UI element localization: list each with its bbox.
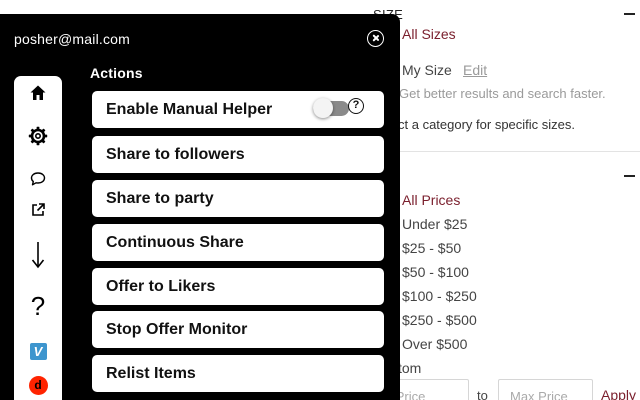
question-icon[interactable]: ? <box>14 291 62 321</box>
stop-offer-monitor-button[interactable]: Stop Offer Monitor <box>92 311 384 348</box>
action-label: Continuous Share <box>106 234 244 251</box>
price-option[interactable]: Under $25 <box>402 216 467 232</box>
price-option[interactable]: $250 - $500 <box>402 312 477 328</box>
my-size-hint: Get better results and search faster. <box>399 86 606 101</box>
home-icon[interactable] <box>14 83 62 103</box>
manual-helper-toggle[interactable] <box>313 98 349 118</box>
account-email: posher@mail.com <box>14 31 131 47</box>
external-link-icon[interactable] <box>14 201 62 219</box>
action-label: Share to party <box>106 190 214 207</box>
icon-rail: ? V d <box>14 76 62 400</box>
depop-icon[interactable]: d <box>14 375 62 395</box>
action-label: Stop Offer Monitor <box>106 321 248 338</box>
gear-icon[interactable] <box>14 125 62 147</box>
venmo-icon[interactable]: V <box>14 342 62 360</box>
chat-icon[interactable] <box>14 170 62 188</box>
collapse-price-icon[interactable] <box>624 175 635 177</box>
max-price-input[interactable]: Max Price <box>498 379 593 400</box>
depop-logo: d <box>28 375 48 395</box>
share-to-party-button[interactable]: Share to party <box>92 180 384 217</box>
action-label: Offer to Likers <box>106 278 216 295</box>
apply-price-button[interactable]: Apply <box>601 387 636 400</box>
section-divider <box>372 151 640 152</box>
continuous-share-button[interactable]: Continuous Share <box>92 224 384 261</box>
collapse-size-icon[interactable] <box>624 13 635 15</box>
close-icon[interactable] <box>367 30 384 47</box>
relist-items-button[interactable]: Relist Items <box>92 355 384 392</box>
edit-my-size-link[interactable]: Edit <box>463 62 487 78</box>
price-range-separator: to <box>477 388 488 400</box>
custom-price-option[interactable]: tom <box>398 360 421 376</box>
price-option[interactable]: $100 - $250 <box>402 288 477 304</box>
my-size-option[interactable]: My Size <box>402 62 452 78</box>
offer-to-likers-button[interactable]: Offer to Likers <box>92 268 384 305</box>
venmo-logo: V <box>29 342 47 360</box>
actions-heading: Actions <box>90 65 143 81</box>
action-label: Share to followers <box>106 146 245 163</box>
price-option[interactable]: $25 - $50 <box>402 240 461 256</box>
action-label: Relist Items <box>106 365 196 382</box>
price-option[interactable]: Over $500 <box>402 336 467 352</box>
price-option[interactable]: $50 - $100 <box>402 264 469 280</box>
price-option-all[interactable]: All Prices <box>402 192 460 208</box>
share-to-followers-button[interactable]: Share to followers <box>92 136 384 173</box>
size-option-all[interactable]: All Sizes <box>402 26 456 42</box>
size-category-note: ct a category for specific sizes. <box>398 117 576 132</box>
action-label: Enable Manual Helper <box>106 101 273 118</box>
arrow-down-icon[interactable] <box>14 240 62 270</box>
helper-panel: posher@mail.com ? V d Actions Enable Man… <box>0 14 400 400</box>
toggle-knob <box>313 98 333 118</box>
help-icon[interactable]: ? <box>348 98 364 114</box>
